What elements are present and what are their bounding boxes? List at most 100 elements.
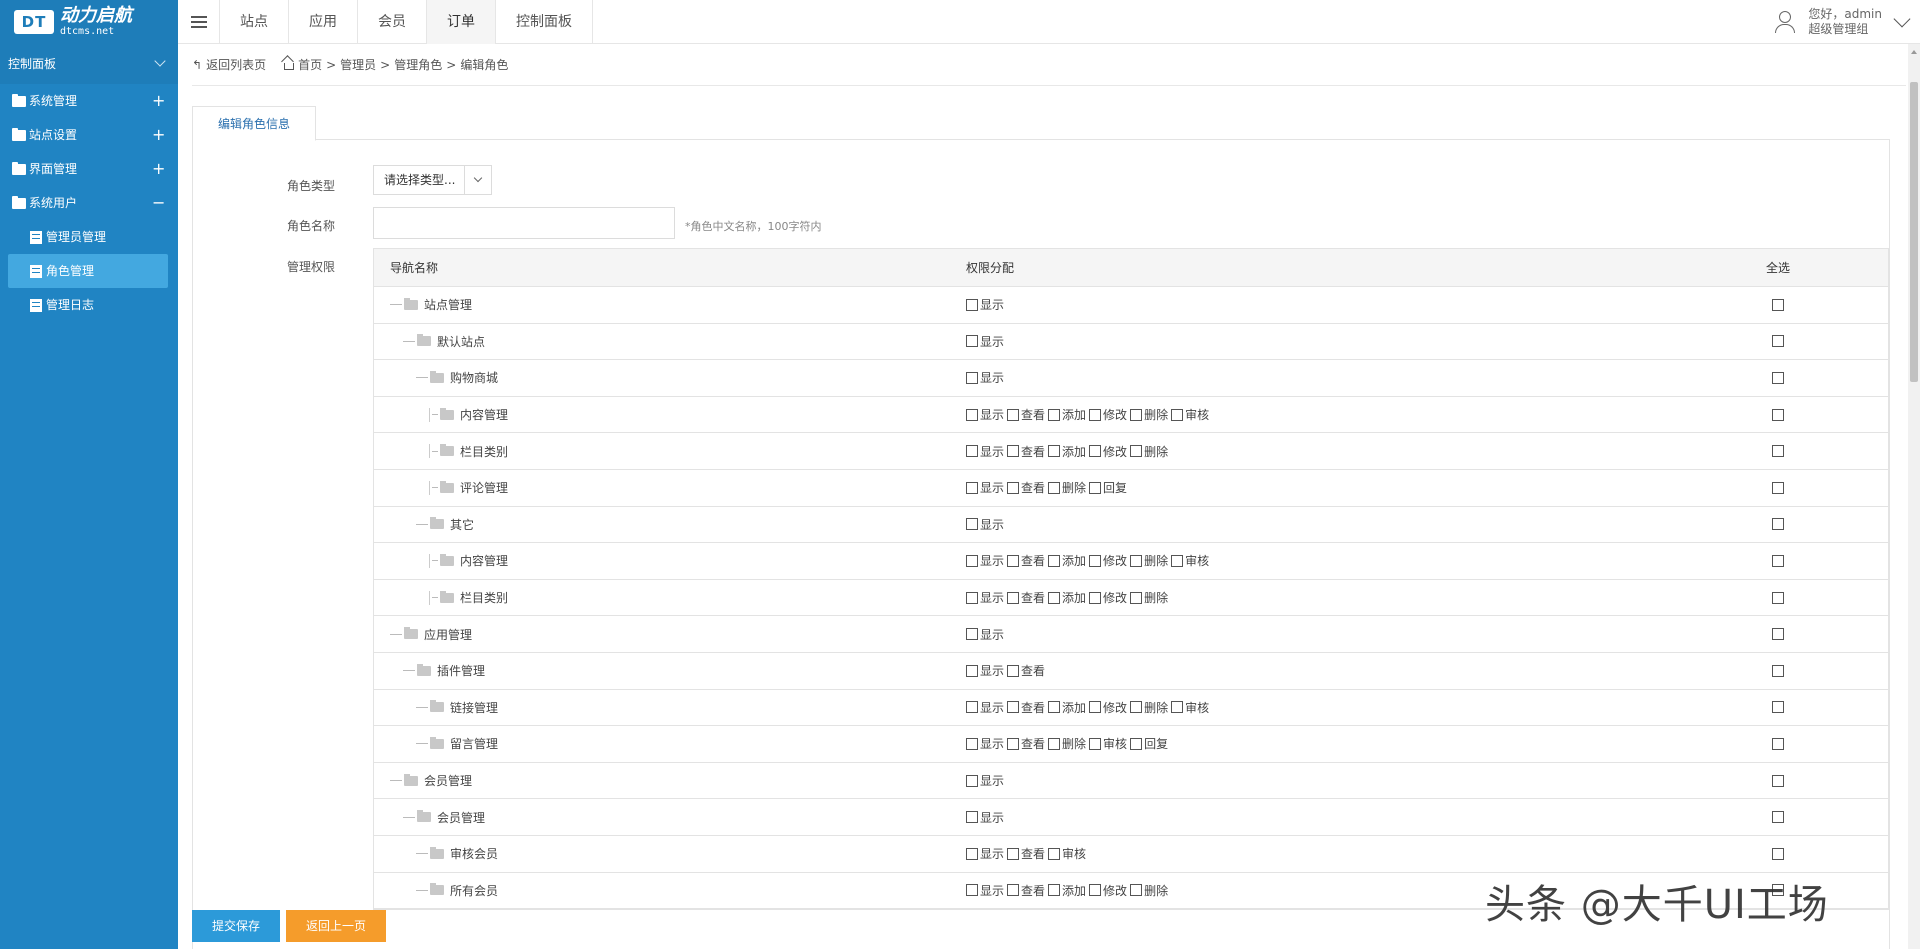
permission-checkbox[interactable] bbox=[1130, 408, 1143, 421]
sidebar-group[interactable]: 站点设置 + bbox=[0, 118, 178, 152]
permission-checkbox[interactable] bbox=[1048, 884, 1061, 897]
permission-checkbox[interactable] bbox=[1130, 737, 1143, 750]
tab-edit-role-info[interactable]: 编辑角色信息 bbox=[192, 106, 317, 141]
permission-checkbox[interactable] bbox=[1007, 591, 1020, 604]
sidebar-subitem[interactable]: 角色管理 bbox=[8, 254, 168, 288]
permission-checkbox[interactable] bbox=[1007, 737, 1020, 750]
nav-tab[interactable]: 订单 bbox=[427, 0, 496, 44]
permission-checkbox[interactable] bbox=[1048, 737, 1061, 750]
permission-checkbox[interactable] bbox=[966, 628, 978, 641]
permission-checkbox[interactable] bbox=[1007, 408, 1020, 421]
permission-checkbox[interactable] bbox=[1048, 591, 1061, 604]
permission-checkbox[interactable] bbox=[966, 774, 978, 787]
permission-checkbox[interactable] bbox=[1048, 847, 1061, 860]
permission-checkbox[interactable] bbox=[966, 445, 978, 458]
permission-checkbox[interactable] bbox=[1089, 481, 1102, 494]
permission-checkbox[interactable] bbox=[1089, 445, 1102, 458]
role-type-select[interactable]: 请选择类型... bbox=[373, 165, 492, 195]
permission-checkbox[interactable] bbox=[1130, 554, 1143, 567]
nav-tab[interactable]: 会员 bbox=[358, 0, 427, 44]
breadcrumb-admin[interactable]: 管理员 bbox=[340, 56, 376, 73]
permission-checkbox[interactable] bbox=[966, 335, 978, 348]
permission-checkbox[interactable] bbox=[966, 298, 978, 311]
permission-checkbox[interactable] bbox=[966, 847, 978, 860]
permission-checkbox[interactable] bbox=[1007, 664, 1020, 677]
submit-save-button[interactable]: 提交保存 bbox=[192, 910, 281, 942]
role-name-input[interactable] bbox=[373, 207, 675, 239]
permission-checkbox[interactable] bbox=[1171, 408, 1184, 421]
permission-checkbox[interactable] bbox=[1089, 737, 1102, 750]
logo[interactable]: DT 动力启航 dtcms.net bbox=[0, 0, 178, 44]
select-all-checkbox[interactable] bbox=[1772, 554, 1784, 567]
permission-checkbox[interactable] bbox=[1007, 445, 1020, 458]
scroll-up-icon[interactable] bbox=[1911, 50, 1917, 54]
permission-checkbox[interactable] bbox=[1048, 554, 1061, 567]
permission-checkbox[interactable] bbox=[1048, 408, 1061, 421]
menu-toggle-button[interactable] bbox=[178, 0, 220, 44]
permission-checkbox[interactable] bbox=[966, 481, 978, 494]
select-all-checkbox[interactable] bbox=[1772, 811, 1784, 824]
permission-checkbox[interactable] bbox=[1171, 554, 1184, 567]
select-all-checkbox[interactable] bbox=[1772, 664, 1784, 677]
permission-checkbox[interactable] bbox=[1007, 847, 1020, 860]
permission-checkbox[interactable] bbox=[966, 408, 978, 421]
permission-checkbox[interactable] bbox=[1089, 701, 1102, 714]
select-all-checkbox[interactable] bbox=[1772, 628, 1784, 641]
col-select-all: 全选 bbox=[1766, 261, 1791, 275]
breadcrumb-home[interactable]: 首页 bbox=[298, 56, 322, 73]
permission-checkbox[interactable] bbox=[1007, 884, 1020, 897]
permission-checkbox[interactable] bbox=[966, 701, 978, 714]
select-all-checkbox[interactable] bbox=[1772, 408, 1784, 421]
permission-checkbox[interactable] bbox=[966, 884, 978, 897]
permission-checkbox[interactable] bbox=[966, 664, 978, 677]
nav-tab[interactable]: 站点 bbox=[220, 0, 289, 44]
scroll-thumb[interactable] bbox=[1910, 82, 1918, 382]
go-back-button[interactable]: 返回上一页 bbox=[286, 910, 387, 942]
sidebar-group[interactable]: 界面管理 + bbox=[0, 152, 178, 186]
select-all-checkbox[interactable] bbox=[1772, 335, 1784, 348]
permission-checkbox[interactable] bbox=[1130, 884, 1143, 897]
permission-checkbox[interactable] bbox=[966, 518, 978, 531]
permission-checkbox[interactable] bbox=[966, 811, 978, 824]
scrollbar[interactable] bbox=[1908, 44, 1920, 949]
permission-checkbox[interactable] bbox=[966, 591, 978, 604]
permission-checkbox[interactable] bbox=[1130, 591, 1143, 604]
sidebar-subitem[interactable]: 管理日志 bbox=[8, 288, 168, 322]
permission-checkbox[interactable] bbox=[1089, 884, 1102, 897]
select-all-checkbox[interactable] bbox=[1772, 774, 1784, 787]
select-all-checkbox[interactable] bbox=[1772, 847, 1784, 860]
permission-checkbox[interactable] bbox=[1171, 701, 1184, 714]
permission-checkbox[interactable] bbox=[966, 371, 978, 384]
permission-checkbox[interactable] bbox=[1130, 701, 1143, 714]
permission-checkbox[interactable] bbox=[1048, 481, 1061, 494]
select-all-checkbox[interactable] bbox=[1772, 591, 1784, 604]
nav-tab[interactable]: 应用 bbox=[289, 0, 358, 44]
sidebar-subitem[interactable]: 管理员管理 bbox=[8, 220, 168, 254]
select-all-checkbox[interactable] bbox=[1772, 701, 1784, 714]
select-all-checkbox[interactable] bbox=[1772, 445, 1784, 458]
back-to-list-link[interactable]: 返回列表页 bbox=[206, 56, 266, 73]
permission-checkbox[interactable] bbox=[1089, 554, 1102, 567]
sidebar-group[interactable]: 系统管理 + bbox=[0, 84, 178, 118]
permission-checkbox[interactable] bbox=[966, 737, 978, 750]
select-all-checkbox[interactable] bbox=[1772, 481, 1784, 494]
select-all-checkbox[interactable] bbox=[1772, 737, 1784, 750]
permission-checkbox[interactable] bbox=[1089, 408, 1102, 421]
breadcrumb-manage-role[interactable]: 管理角色 bbox=[394, 56, 442, 73]
permission-checkbox[interactable] bbox=[1007, 481, 1020, 494]
permission-checkbox[interactable] bbox=[1130, 445, 1143, 458]
permission-checkbox[interactable] bbox=[966, 554, 978, 567]
select-all-checkbox[interactable] bbox=[1772, 298, 1784, 311]
user-icon[interactable] bbox=[1774, 11, 1796, 33]
chevron-down-icon[interactable] bbox=[1893, 10, 1911, 28]
nav-tab[interactable]: 控制面板 bbox=[496, 0, 593, 44]
sidebar-group[interactable]: 系统用户 − bbox=[0, 186, 178, 220]
permission-checkbox[interactable] bbox=[1007, 554, 1020, 567]
permission-checkbox[interactable] bbox=[1007, 701, 1020, 714]
select-all-checkbox[interactable] bbox=[1772, 518, 1784, 531]
sidebar-header[interactable]: 控制面板 bbox=[0, 44, 178, 84]
permission-checkbox[interactable] bbox=[1048, 445, 1061, 458]
permission-checkbox[interactable] bbox=[1089, 591, 1102, 604]
permission-checkbox[interactable] bbox=[1048, 701, 1061, 714]
select-all-checkbox[interactable] bbox=[1772, 371, 1784, 384]
